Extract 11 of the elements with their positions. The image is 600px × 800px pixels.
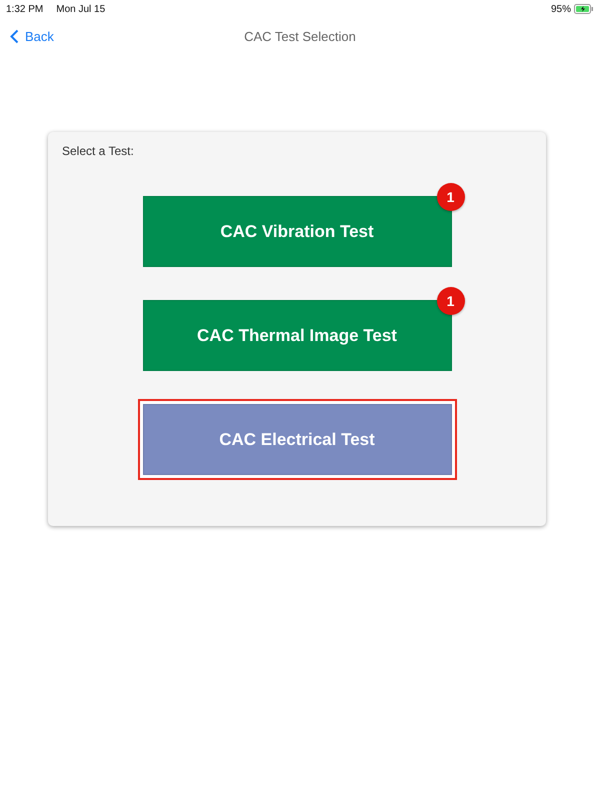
count-badge: 1 [436, 183, 464, 211]
test-button[interactable]: CAC Electrical Test [138, 399, 456, 480]
status-time: 1:32 PM [6, 4, 44, 14]
back-button[interactable]: Back [0, 28, 54, 44]
status-date: Mon Jul 15 [56, 4, 106, 14]
battery-icon [574, 4, 594, 14]
count-badge: 1 [436, 287, 464, 315]
battery-percent: 95% [550, 4, 571, 14]
chevron-left-icon [10, 28, 19, 44]
screen-title: CAC Test Selection [244, 28, 356, 44]
panel-label: Select a Test: [62, 144, 134, 158]
